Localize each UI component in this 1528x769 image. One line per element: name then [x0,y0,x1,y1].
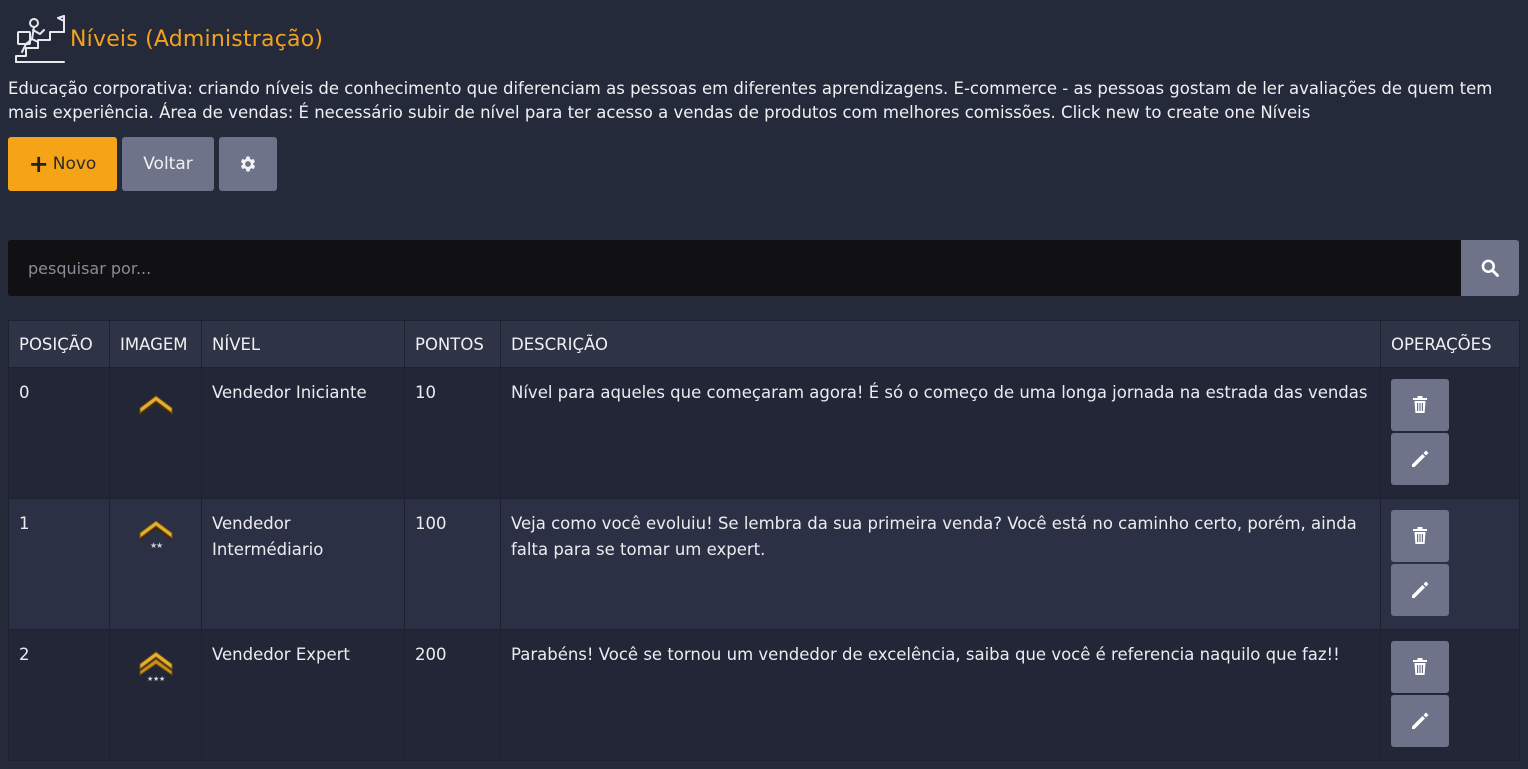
cell-image: ★ ★ ★ [109,629,202,761]
new-button-label: Novo [52,154,97,174]
column-header-level[interactable]: NÍVEL [201,320,405,368]
table-row: 2 ★ ★ ★ Vendedor Expert 200 Parabéns! Vo… [8,629,1520,761]
search-icon [1481,259,1499,277]
page-title: Níveis (Administração) [70,26,324,52]
search-button[interactable] [1461,240,1519,296]
chevron-rank-3-stars-icon: ★ ★ ★ [139,651,172,683]
cell-description: Parabéns! Você se tornou um vendedor de … [500,629,1381,761]
pencil-icon [1412,450,1429,467]
cell-description: Veja como você evoluiu! Se lembra da sua… [500,498,1381,630]
column-header-operations: OPERAÇÕES [1380,320,1520,368]
page-header: Níveis (Administração) [12,12,323,66]
column-header-points[interactable]: PONTOS [404,320,501,368]
trash-icon [1413,396,1427,413]
delete-button[interactable] [1391,510,1449,562]
cell-description: Nível para aqueles que começaram agora! … [500,367,1381,499]
person-climbing-steps-to-flag-icon [15,15,65,63]
delete-button[interactable] [1391,379,1449,431]
plus-icon: + [28,150,49,178]
chevron-rank-0-stars-icon [139,395,172,416]
levels-table: POSIÇÃO IMAGEM NÍVEL PONTOS DESCRIÇÃO OP… [8,320,1520,761]
cell-position: 0 [8,367,110,499]
delete-button[interactable] [1391,641,1449,693]
back-button-label: Voltar [143,154,193,174]
table-header-row: POSIÇÃO IMAGEM NÍVEL PONTOS DESCRIÇÃO OP… [8,320,1520,368]
cell-operations [1380,629,1520,761]
cell-operations [1380,367,1520,499]
settings-button[interactable] [219,137,277,191]
toolbar: + Novo Voltar [8,137,282,191]
table-row: 0 Vendedor Iniciante 10 Nível para aquel… [8,367,1520,499]
new-button[interactable]: + Novo [8,137,117,191]
cell-position: 1 [8,498,110,630]
page: Níveis (Administração) Educação corporat… [0,0,1528,769]
cell-position: 2 [8,629,110,761]
column-header-image[interactable]: IMAGEM [109,320,202,368]
cell-points: 100 [404,498,501,630]
cell-image: ★ ★ [109,498,202,630]
svg-text:★: ★ [159,675,165,683]
column-header-description[interactable]: DESCRIÇÃO [500,320,1381,368]
gear-icon [240,156,256,172]
cell-operations [1380,498,1520,630]
svg-text:★: ★ [156,541,163,550]
cell-level: Vendedor Expert [201,629,405,761]
search-input[interactable] [8,240,1461,296]
search-bar [8,240,1519,296]
back-button[interactable]: Voltar [122,137,214,191]
trash-icon [1413,658,1427,675]
column-header-position[interactable]: POSIÇÃO [8,320,110,368]
chevron-rank-2-stars-icon: ★ ★ [139,520,172,550]
cell-image [109,367,202,499]
pencil-icon [1412,581,1429,598]
cell-level: Vendedor Intermédiario [201,498,405,630]
edit-button[interactable] [1391,564,1449,616]
cell-points: 200 [404,629,501,761]
cell-level: Vendedor Iniciante [201,367,405,499]
cell-points: 10 [404,367,501,499]
pencil-icon [1412,712,1429,729]
edit-button[interactable] [1391,695,1449,747]
edit-button[interactable] [1391,433,1449,485]
page-description: Educação corporativa: criando níveis de … [8,79,1493,122]
trash-icon [1413,527,1427,544]
table-row: 1 ★ ★ Vendedor Intermédiario 100 Veja co… [8,498,1520,630]
